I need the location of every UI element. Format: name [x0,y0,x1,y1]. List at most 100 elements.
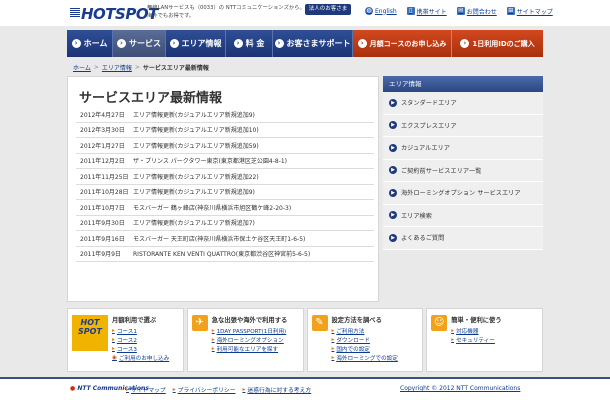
sidebar: エリア情報 ▶ スタンダードエリア ▶ エクスプレスエリア ▶ カジュアルエリア ▶ ご… [383,76,543,250]
globe-icon: ◍ [365,7,373,15]
news-text: エリア情報更新(カジュアルエリア新規追加9) [133,111,255,119]
breadcrumb-separator: > [134,63,140,71]
domestic-setup-link[interactable]: 国内での設定 [332,345,398,353]
sitemap-link-label: サイトマップ [516,8,553,16]
sidebar-item-label: よくあるご質問 [401,235,445,243]
arrow-right-icon: › [357,39,367,48]
compatible-devices-link[interactable]: 対応機器 [451,327,501,335]
main-content: サービスエリア最新情報 2012年4月27日 エリア情報更新(カジュアルエリア新規… [67,76,379,302]
news-text: エリア情報更新(カジュアルエリア新規追加7) [133,220,255,228]
day-passport-link[interactable]: 1DAY PASSPORT(1日利用) [212,327,288,335]
arrow-right-icon: ▶ [389,143,397,152]
course2-link[interactable]: コース2 [112,336,169,344]
news-date: 2011年9月16日 [80,235,125,243]
sidebar-item-pre-contract-list[interactable]: ▶ ご契約前サービスエリア一覧 [383,159,543,182]
copyright[interactable]: Copyright © 2012 NTT Communications [400,385,520,392]
contact-link-label: お問合わせ [466,8,497,16]
monthly-plan-links: 月額利用で選ぶ コース1 コース2 コース3 ご利用のお申し込み [112,315,169,367]
news-date: 2011年10月28日 [80,189,129,197]
nav-home[interactable]: › ホーム [67,30,113,57]
hotspot-logo[interactable]: HOTSPOT [70,6,158,22]
news-date: 2011年10月7日 [80,204,125,212]
sidebar-title: エリア情報 [383,76,543,92]
breadcrumb-home[interactable]: ホーム [73,63,91,72]
hotspot-badge: HOT SPOT [72,315,108,351]
mobile-site-link-label: 携帯サイト [416,8,447,16]
box-title: 簡単・便利に使う [451,317,502,324]
news-item: 2011年9月9日 RISTORANTE KEN VENTI QUATTRO(東京… [76,247,374,262]
news-item: 2011年10月28日 エリア情報更新(カジュアルエリア新規追加9) [76,185,374,200]
nav-monthly-signup[interactable]: › 月額コースのお申し込み [353,30,452,57]
sidebar-item-faq[interactable]: ▶ よくあるご質問 [383,227,543,250]
convenience-links: 簡単・便利に使う 対応機器 セキュリティー [451,315,501,367]
mobile-icon: ▯ [406,7,415,15]
contact-link[interactable]: ✉ お問合わせ [456,6,497,16]
roaming-option-link[interactable]: 海外ローミングオプション [212,336,288,344]
news-text: モスバーガー 天王町店(神奈川県横浜市保土ケ谷区天王町1-6-5) [133,235,306,243]
news-date: 2011年9月9日 [80,251,121,259]
arrow-right-icon: › [274,39,284,48]
ntt-logo-mark-icon: ● [70,385,76,392]
sidebar-item-label: エリア検索 [401,212,432,220]
news-item: 2011年9月16日 モスバーガー 天王町店(神奈川県横浜市保土ケ谷区天王町1-6… [76,231,374,247]
footer-links: サイトマップ プライバシーポリシー 迷惑行為に対する考え方 [126,385,311,394]
security-link[interactable]: セキュリティー [451,336,501,344]
arrow-right-icon: ▶ [389,121,397,130]
news-date: 2012年1月27日 [80,142,125,150]
footer-sitemap-link[interactable]: サイトマップ [126,385,166,394]
settings-box: ✎ 設定方法を調べる ご利用方法 ダウンロード 国内での設定 海外ローミングでの… [306,308,424,372]
footer-privacy-link[interactable]: プライバシーポリシー [173,385,236,394]
find-area-link[interactable]: 利用可能なエリアを探す [212,345,288,353]
news-item: 2012年1月27日 エリア情報更新(カジュアルエリア新規追加59) [76,138,374,154]
corporate-button[interactable]: 法人のお客さま [305,4,351,15]
nav-pricing[interactable]: › 料 金 [226,30,273,57]
arrow-right-icon: ▶ [389,211,397,220]
usage-guide-link[interactable]: ご利用方法 [332,327,398,335]
nav-home-label: ホーム [83,39,108,48]
roaming-setup-link[interactable]: 海外ローミングでの設定 [332,354,398,362]
nav-service-label: サービス [129,39,161,48]
utility-links: ◍ English ▯ 携帯サイト ✉ お問合わせ ⊞ サイトマップ [365,6,553,16]
box-title: 設定方法を調べる [331,317,382,324]
site-header: HOTSPOT 無線LANサービスも（0033）の NTTコミュニケーションズか… [0,0,610,26]
footer-spam-policy-link[interactable]: 迷惑行為に対する考え方 [243,385,311,394]
sidebar-item-casual-area[interactable]: ▶ カジュアルエリア [383,137,543,160]
news-text: エリア情報更新(カジュアルエリア新規追加22) [133,173,259,181]
download-link[interactable]: ダウンロード [332,336,398,344]
page-title: サービスエリア最新情報 [79,91,223,106]
settings-icon: ✎ [311,315,328,331]
nav-area-info[interactable]: › エリア情報 [166,30,226,57]
breadcrumb: ホーム > エリア情報 > サービスエリア最新情報 [73,62,209,72]
header-tagline: 無線LANサービスも（0033）の NTTコミュニケーションズから。海外でもお得… [147,5,305,19]
sidebar-item-label: 海外ローミングオプション サービスエリア [401,190,521,198]
site-footer: ● NTT Communications サイトマップ プライバシーポリシー 迷… [0,377,610,400]
sidebar-item-area-search[interactable]: ▶ エリア検索 [383,204,543,227]
signup-link[interactable]: ご利用のお申し込み [112,354,169,362]
course1-link[interactable]: コース1 [112,327,169,335]
breadcrumb-area-info[interactable]: エリア情報 [102,63,132,72]
sidebar-item-express-area[interactable]: ▶ エクスプレスエリア [383,114,543,137]
news-item: 2011年11月25日 エリア情報更新(カジュアルエリア新規追加22) [76,169,374,185]
course3-link[interactable]: コース3 [112,345,169,353]
english-link[interactable]: ◍ English [365,6,397,16]
box-title: 月額利用で選ぶ [112,317,157,324]
nav-support[interactable]: › お客さまサポート [273,30,353,57]
mobile-site-link[interactable]: ▯ 携帯サイト [406,6,447,16]
nav-daily-id-purchase[interactable]: › 1日利用IDのご購入 [452,30,543,57]
news-text: エリア情報更新(カジュアルエリア新規追加9) [133,189,255,197]
settings-links: 設定方法を調べる ご利用方法 ダウンロード 国内での設定 海外ローミングでの設定 [332,315,398,367]
news-text: RISTORANTE KEN VENTI QUATTRO(東京都渋谷区神宮前5-… [133,251,311,259]
person-icon: ☺ [431,315,448,331]
sidebar-item-label: ご契約前サービスエリア一覧 [401,167,482,175]
nav-service[interactable]: › サービス [113,30,166,57]
box-title: 急な出張や海外で利用する [211,317,288,324]
arrow-right-icon: ▶ [389,166,397,175]
travel-box: ✈ 急な出張や海外で利用する 1DAY PASSPORT(1日利用) 海外ローミ… [186,308,304,372]
global-nav: › ホーム › サービス › エリア情報 › 料 金 › お客さまサポート › 月額コースの… [67,30,543,57]
news-text: エリア情報更新(カジュアルエリア新規追加10) [133,127,259,135]
sidebar-item-label: カジュアルエリア [401,145,450,153]
news-item: 2011年10月7日 モスバーガー 鶴ヶ峰店(神奈川県横浜市旭区鶴ケ峰2-20-3… [76,200,374,216]
sitemap-link[interactable]: ⊞ サイトマップ [506,6,553,16]
sidebar-item-standard-area[interactable]: ▶ スタンダードエリア [383,92,543,115]
sidebar-item-roaming-area[interactable]: ▶ 海外ローミングオプション サービスエリア [383,182,543,205]
